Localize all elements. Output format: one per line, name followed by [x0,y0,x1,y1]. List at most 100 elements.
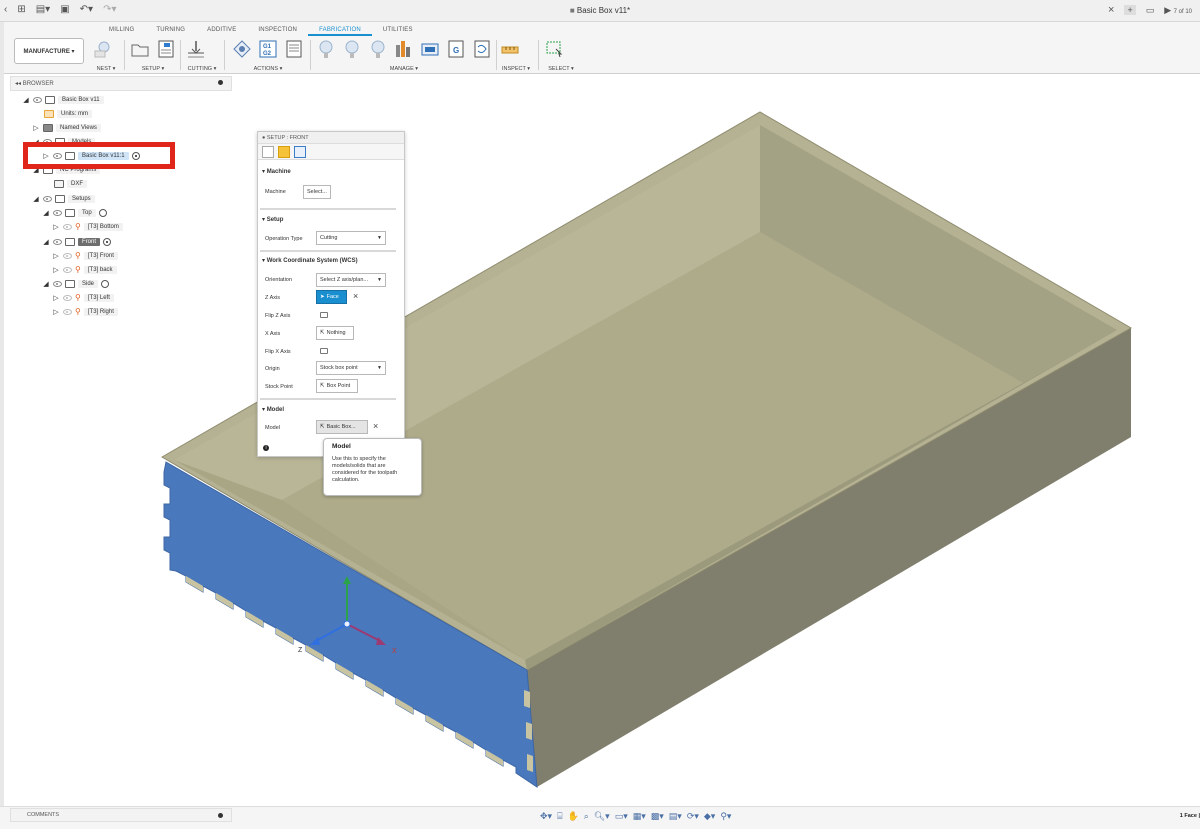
tool-library-icon[interactable] [316,39,336,59]
workspace-switcher-button[interactable]: MANUFACTURE ▾ [14,38,84,64]
collapse-triangle-icon[interactable]: ◢ [42,238,50,246]
tree-row-setup-top[interactable]: ◢ Top [42,207,107,219]
expand-triangle-icon[interactable]: ▷ [52,266,60,274]
section-setup[interactable]: ▾ Setup [262,216,283,223]
messages-icon[interactable]: ▭ [1146,5,1155,16]
visibility-eye-icon[interactable] [63,309,72,315]
section-wcs[interactable]: ▾ Work Coordinate System (WCS) [262,257,358,264]
info-icon[interactable]: i [263,445,269,451]
origin-select[interactable]: Stock box point ▼ [316,361,386,375]
operation-type-select[interactable]: Cutting ▼ [316,231,386,245]
visibility-eye-icon[interactable] [63,267,72,273]
stock-point-button[interactable]: ⇱ Box Point [316,379,358,393]
visibility-eye-icon[interactable] [63,224,72,230]
flip-z-checkbox[interactable] [320,312,328,318]
nest-group-label[interactable]: NEST ▾ [92,66,120,72]
machine-library-icon[interactable] [394,39,414,59]
browser-header[interactable]: ◂◂ BROWSER [11,77,231,87]
tab-additive[interactable]: ADDITIVE [196,26,247,36]
activate-radio-icon[interactable] [98,209,107,217]
job-status-icon[interactable]: ▶ 7 of 10 [1164,5,1192,16]
viewports-icon[interactable]: ▩▾ [651,811,664,822]
tab-fabrication[interactable]: FABRICATION [308,26,372,36]
setup-tab-icon[interactable] [262,146,274,158]
select-window-icon[interactable] [544,39,564,59]
visibility-eye-icon[interactable] [63,295,72,301]
activate-radio-icon[interactable] [101,280,110,288]
visibility-eye-icon[interactable] [43,196,52,202]
tab-inspection[interactable]: INSPECTION [247,26,308,36]
section-model[interactable]: ▾ Model [262,406,284,413]
clear-model-icon[interactable]: × [373,421,378,431]
visibility-eye-icon[interactable] [53,210,62,216]
visual-style-icon[interactable]: ◆▾ [704,811,715,822]
visibility-eye-icon[interactable] [63,253,72,259]
expand-triangle-icon[interactable]: ▷ [52,223,60,231]
tree-row-document[interactable]: ◢ Basic Box v11 [22,94,104,106]
display-settings-icon[interactable]: ▭▾ [615,811,628,822]
activate-radio-icon[interactable] [103,238,112,246]
model-viewport[interactable]: Z X [0,76,1200,806]
tree-row-op-right[interactable]: ▷ ⚲ [T3] Right [52,306,118,318]
section-machine[interactable]: ▾ Machine [262,168,291,175]
new-tab-icon[interactable]: + [1124,5,1136,15]
comments-pin-icon[interactable] [218,813,223,818]
stock-tab-icon[interactable] [278,146,290,158]
post-process-icon[interactable]: G1 G2 [258,39,278,59]
machine-select-button[interactable]: Select... [303,185,331,199]
tree-row-setups[interactable]: ◢ Setups [32,193,95,205]
z-axis-face-button[interactable]: ➤ Face [316,290,347,304]
cutting-group-label[interactable]: CUTTING ▾ [186,66,218,72]
zoom-icon[interactable]: 🔍︎▾ [594,811,610,822]
tree-row-op-back[interactable]: ▷ ⚲ [T3] back [52,264,117,276]
tree-row-units[interactable]: Units: mm [44,108,92,120]
nc-program-list-icon[interactable] [472,39,492,59]
measure-icon[interactable] [500,39,520,59]
nc-program-icon[interactable]: G [446,39,466,59]
visibility-eye-icon[interactable] [53,239,62,245]
simulate-icon[interactable] [232,39,252,59]
orientation-select[interactable]: Select Z axis/plan... ▼ [316,273,386,287]
tree-row-op-left[interactable]: ▷ ⚲ [T3] Left [52,292,114,304]
tree-row-op-bottom[interactable]: ▷ ⚲ [T3] Bottom [52,221,123,233]
tree-row-setup-front[interactable]: ◢ Front [42,236,112,248]
visibility-eye-icon[interactable] [53,281,62,287]
inspect-group-label[interactable]: INSPECT ▾ [500,66,532,72]
tree-row-named-views[interactable]: ▷ Named Views [32,122,101,134]
tree-row-op-front[interactable]: ▷ ⚲ [T3] Front [52,250,118,262]
dialog-title-bar[interactable]: ● SETUP : FRONT [258,132,404,144]
browser-pin-icon[interactable] [218,80,223,85]
tab-milling[interactable]: MILLING [98,26,145,36]
look-at-icon[interactable]: ⌸ [557,811,562,822]
expand-triangle-icon[interactable]: ▷ [52,252,60,260]
manage-group-label[interactable]: MANAGE ▾ [316,66,492,72]
setup-group-label[interactable]: SETUP ▾ [130,66,176,72]
expand-triangle-icon[interactable]: ▷ [32,124,40,132]
close-tab-icon[interactable]: × [1108,4,1114,16]
setup-folder-icon[interactable] [130,39,150,59]
zoom-window-icon[interactable]: ⌕ [584,811,589,822]
cutting-tool-icon[interactable] [186,39,206,59]
grid-icon[interactable]: ▦▾ [633,811,646,822]
rotate-icon[interactable]: ⟳▾ [687,811,699,822]
post-library-icon[interactable] [420,39,440,59]
tab-turning[interactable]: TURNING [145,26,196,36]
select-group-label[interactable]: SELECT ▾ [544,66,578,72]
collapse-triangle-icon[interactable]: ◢ [42,280,50,288]
flip-x-checkbox[interactable] [320,348,328,354]
task-manager-icon[interactable] [368,39,388,59]
clear-z-axis-icon[interactable]: × [353,291,358,301]
collapse-triangle-icon[interactable]: ◢ [22,96,30,104]
expand-triangle-icon[interactable]: ▷ [52,294,60,302]
comments-panel[interactable]: COMMENTS [10,808,232,822]
tree-row-dxf[interactable]: DXF [54,178,87,190]
tree-row-setup-side[interactable]: ◢ Side [42,278,110,290]
model-select-button[interactable]: ⇱ Basic Box... [316,420,368,434]
filter-icon[interactable]: ⚲▾ [720,811,731,822]
collapse-triangle-icon[interactable]: ◢ [42,209,50,217]
template-library-icon[interactable] [342,39,362,59]
expand-triangle-icon[interactable]: ▷ [52,308,60,316]
setup-sheet-doc-icon[interactable] [284,39,304,59]
post-process-tab-icon[interactable] [294,146,306,158]
pan-hand-icon[interactable]: ✋ [567,811,578,822]
